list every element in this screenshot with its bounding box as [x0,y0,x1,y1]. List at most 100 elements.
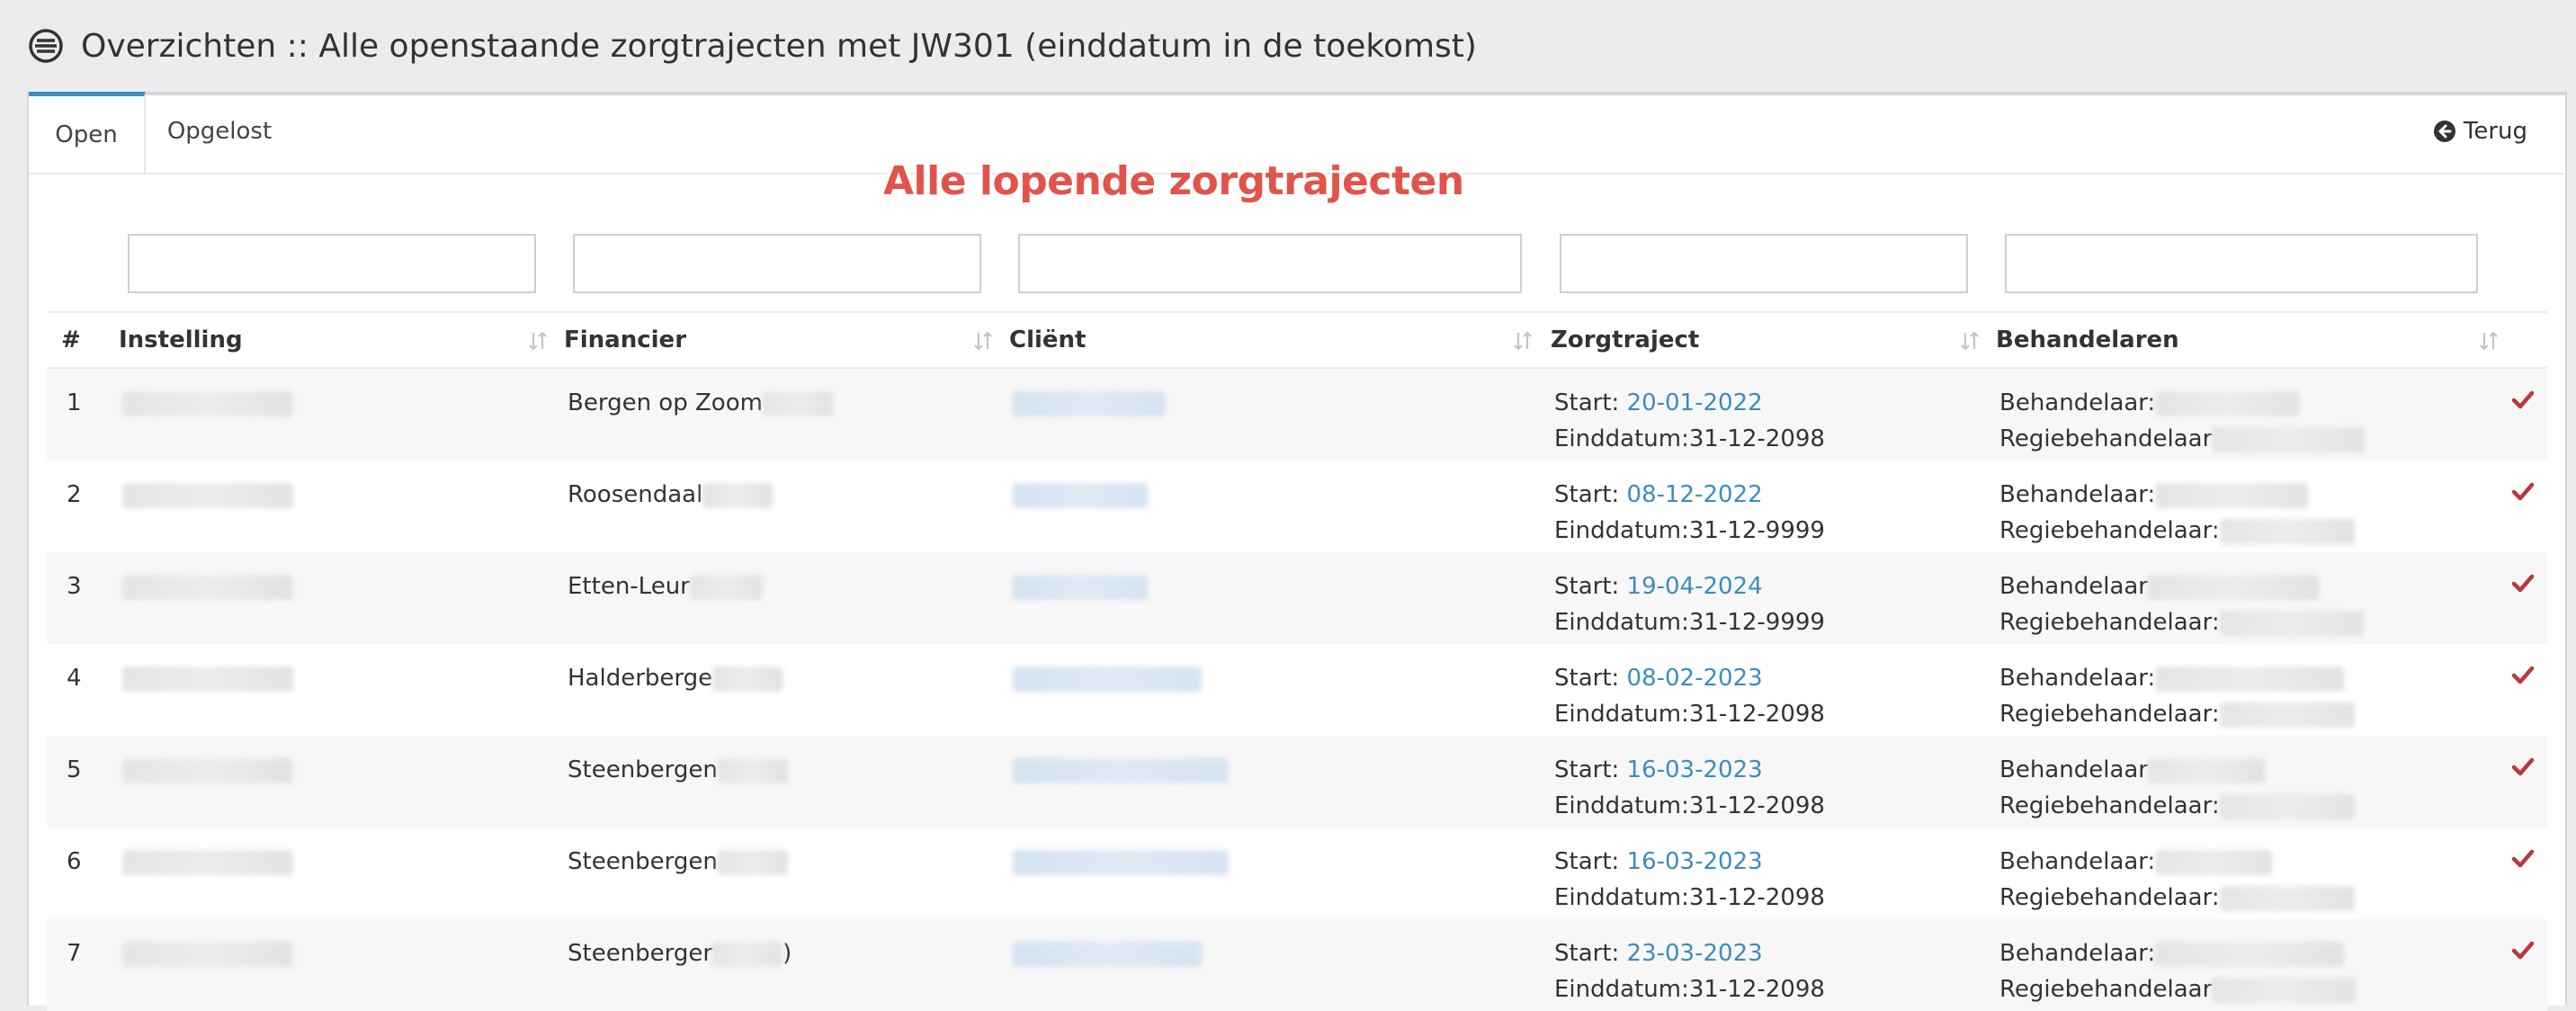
tab-solved[interactable]: Opgelost [148,92,291,171]
start-date-link[interactable]: 23-03-2023 [1627,940,1763,967]
check-icon [2511,757,2535,776]
check-icon [2511,941,2535,960]
back-button[interactable]: Terug [2433,118,2527,145]
start-date-link[interactable]: 08-12-2022 [1627,481,1763,508]
client-cell[interactable] [1013,660,1202,696]
redacted-link[interactable] [1013,757,1229,783]
redacted-link[interactable] [1013,941,1202,967]
redacted-text [712,666,783,692]
practitioner-label: Behandelaar: [1999,665,2156,692]
practitioners-cell: Behandelaar: Regiebehandelaar [1999,385,2366,457]
redacted-text [2219,702,2355,728]
table-row[interactable]: 2 Roosendaal Start: 08-12-2022 Einddatum… [47,461,2547,552]
table-row[interactable]: 7 Steenberger) Start: 23-03-2023 Einddat… [47,919,2547,1011]
filter-financier-input[interactable] [573,234,981,293]
table-row[interactable]: 1 Bergen op Zoom Start: 20-01-2022 Eindd… [47,369,2547,461]
table-row[interactable]: 6 Steenbergen Start: 16-03-2023 Einddatu… [47,828,2547,919]
start-label: Start: [1554,481,1627,508]
redacted-text [717,757,788,783]
trajectory-cell: Start: 08-12-2022 Einddatum:31-12-9999 [1554,477,1825,549]
financier-cell: Steenbergen [568,844,788,880]
filter-institution-input[interactable] [128,234,536,293]
director-label: Regiebehandelaar: [1999,609,2220,636]
row-number: 1 [67,389,82,416]
tab-open[interactable]: Open [29,92,146,173]
trajectory-cell: Start: 16-03-2023 Einddatum:31-12-2098 [1554,844,1825,916]
end-date: 31-12-2098 [1688,792,1825,819]
results-table: # Instelling Financier Cliënt Zorgtrajec… [47,311,2547,1011]
end-date: 31-12-2098 [1688,884,1825,911]
client-cell[interactable] [1013,568,1148,604]
sort-icon [1961,331,1979,351]
start-date-link[interactable]: 16-03-2023 [1627,756,1763,783]
financier-name: Steenberger [568,940,713,967]
column-header-num[interactable]: # [61,313,106,399]
filter-client-input[interactable] [1018,234,1522,293]
filter-practitioners-input[interactable] [2005,234,2478,293]
column-header-client[interactable]: Cliënt [1009,313,1540,367]
institution-cell [122,568,293,604]
redacted-text [122,574,293,600]
page-title: Overzichten :: Alle openstaande zorgtraj… [81,27,1477,65]
director-label: Regiebehandelaar: [1999,792,2220,819]
client-cell[interactable] [1013,477,1148,513]
redacted-link[interactable] [1013,482,1148,508]
redacted-text [2219,610,2364,636]
redacted-text [2155,666,2345,692]
row-number: 3 [67,573,82,600]
check-icon [2511,390,2535,409]
institution-cell [122,752,293,788]
redacted-link[interactable] [1013,574,1148,600]
redacted-text [2219,518,2355,544]
redacted-text [689,574,762,600]
trajectory-cell: Start: 23-03-2023 Einddatum:31-12-2098 [1554,935,1825,1007]
redacted-text [122,482,293,508]
director-label: Regiebehandelaar: [1999,701,2220,728]
end-label: Einddatum: [1554,976,1689,1003]
client-cell[interactable] [1013,935,1202,971]
redacted-text [2212,426,2366,452]
column-header-practitioners[interactable]: Behandelaren [1996,313,2506,367]
content-panel: Open Opgelost Terug Alle lopende zorgtra… [27,92,2567,1011]
financier-name: Bergen op Zoom [568,389,763,416]
start-label: Start: [1554,665,1627,692]
practitioner-label: Behandelaar: [1999,389,2156,416]
start-label: Start: [1554,389,1627,416]
table-body: 1 Bergen op Zoom Start: 20-01-2022 Eindd… [47,369,2547,1011]
end-label: Einddatum: [1554,884,1689,911]
redacted-link[interactable] [1013,390,1166,416]
redacted-text [2155,941,2345,967]
financier-cell: Etten-Leur [568,568,762,604]
column-header-institution[interactable]: Instelling [119,313,555,367]
director-label: Regiebehandelaar [1999,425,2213,452]
institution-cell [122,477,293,513]
filter-trajectory-input[interactable] [1560,234,1968,293]
redacted-link[interactable] [1013,849,1229,875]
annotation-label: Alle lopende zorgtrajecten [883,158,1464,204]
table-row[interactable]: 3 Etten-Leur Start: 19-04-2024 Einddatum… [47,552,2547,644]
end-date: 31-12-2098 [1688,425,1825,452]
table-row[interactable]: 5 Steenbergen Start: 16-03-2023 Einddatu… [47,736,2547,828]
table-row[interactable]: 4 Halderberge Start: 08-02-2023 Einddatu… [47,644,2547,736]
institution-cell [122,385,293,421]
sort-icon [529,331,547,351]
redacted-link[interactable] [1013,666,1202,692]
practitioners-cell: Behandelaar: Regiebehandelaar [1999,935,2357,1007]
column-header-trajectory[interactable]: Zorgtraject [1551,313,1987,367]
start-date-link[interactable]: 08-02-2023 [1627,665,1763,692]
director-label: Regiebehandelaar: [1999,884,2220,911]
start-date-link[interactable]: 20-01-2022 [1627,389,1763,416]
check-icon [2511,574,2535,593]
practitioner-label: Behandelaar [1999,756,2149,783]
column-header-financier[interactable]: Financier [564,313,1000,367]
client-cell[interactable] [1013,752,1229,788]
client-cell[interactable] [1013,844,1229,880]
end-label: Einddatum: [1554,701,1689,728]
redacted-text [2219,793,2355,819]
row-number: 4 [67,665,82,692]
start-date-link[interactable]: 19-04-2024 [1627,573,1763,600]
start-date-link[interactable]: 16-03-2023 [1627,848,1763,875]
redacted-text [122,941,293,967]
client-cell[interactable] [1013,385,1166,421]
practitioner-label: Behandelaar: [1999,481,2156,508]
